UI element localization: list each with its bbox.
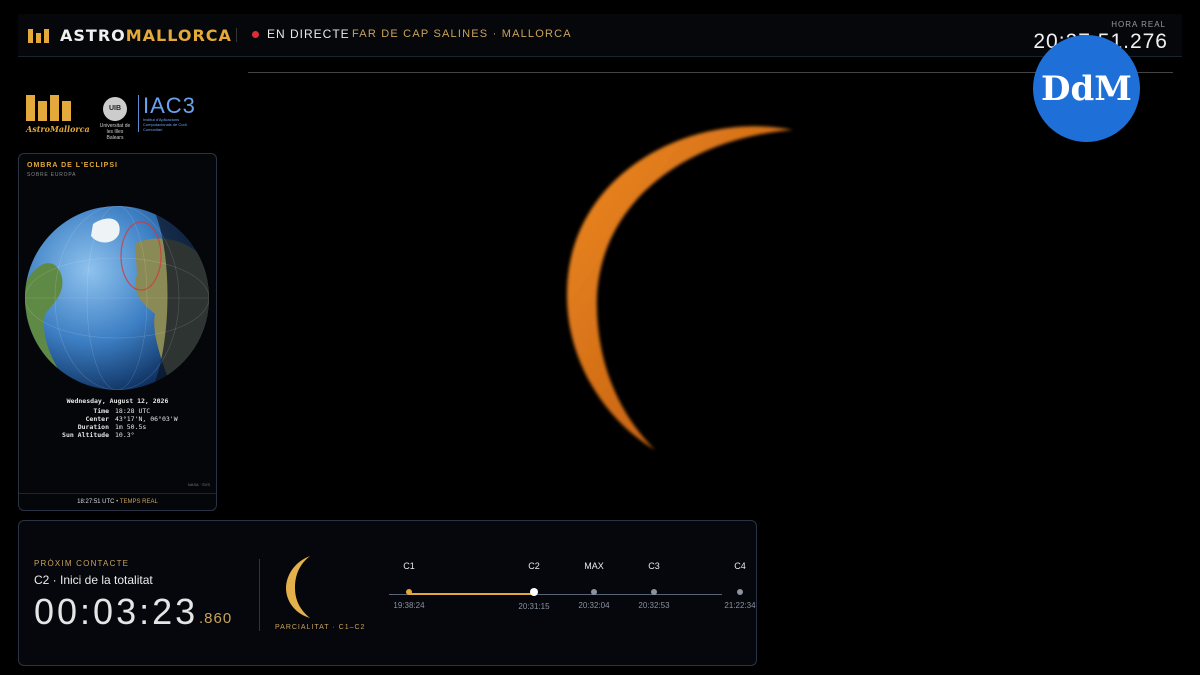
clock-label: HORA REAL [1111,20,1166,29]
contact-dot-icon [591,589,597,595]
contact-dot-icon [651,589,657,595]
divider [236,28,237,42]
timeline-contact-max: MAX 20:32:04 [574,561,614,610]
divider [259,559,260,631]
info-row: Center 43°17'N, 06°03'W [85,415,178,423]
contact-dot-icon [737,589,743,595]
earth-globe-image [25,206,209,390]
next-contact-event: C2 · Inici de la totalitat [34,573,153,587]
info-row: Duration 1m 50.5s [77,423,147,431]
live-label: EN DIRECTE [267,27,350,41]
contact-time: 20:31:15 [518,602,550,611]
info-row: Sun Altitude 10.3° [62,431,135,439]
contact-name: C1 [403,561,415,571]
contact-dot-icon [406,589,412,595]
eclipse-info: Wednesday, August 12, 2026 Time 18:28 UTC… [19,397,216,439]
contact-name: MAX [584,561,604,571]
countdown-ms: .860 [199,610,233,627]
eclipse-date: Wednesday, August 12, 2026 [66,397,169,405]
contact-time: 21:22:34 [724,601,756,610]
contact-time: 20:32:53 [638,601,670,610]
timeline-contact-c1: C1 19:38:24 [389,561,429,610]
timeline-contact-c3: C3 20:32:53 [634,561,674,610]
astromallorca-logo: AstroMallorca [26,95,90,134]
contact-name: C4 [734,561,746,571]
contact-time: 19:38:24 [393,601,425,610]
ddm-logo: DdM [1033,35,1140,142]
contact-dot-icon [530,588,538,596]
panel-subtitle: SOBRE EUROPA [27,172,77,178]
image-credit: NASA · SVS [187,482,210,487]
location-label: FAR DE CAP SALINES · MALLORCA [352,28,572,40]
phase-label: PARCIALITAT · C1–C2 [275,624,366,631]
contact-name: C3 [648,561,660,571]
eclipse-shadow-panel: OMBRA DE L'ECLIPSI SOBRE EUROPA Wednesda… [18,153,217,511]
live-indicator: EN DIRECTE [252,27,350,41]
info-row: Time 18:28 UTC [93,407,151,415]
footer-mode: TEMPS REAL [119,499,158,505]
brand: ASTROMALLORCA [28,26,232,45]
countdown-timer: 00:03:23 [34,591,199,632]
timeline-contact-c4: C4 21:22:34 [720,561,760,610]
iac3-logo: IAC3 Institut d'Aplicacions Computaciona… [138,95,203,132]
contact-name: C2 [528,561,540,571]
contact-time: 20:32:04 [578,601,610,610]
top-bar: ASTROMALLORCA EN DIRECTE FAR DE CAP SALI… [18,14,1182,57]
astromallorca-logo-icon [28,28,50,43]
timeline-contact-c2: C2 20:31:15 [514,561,554,611]
contact-timeline: C1 19:38:24 C2 20:31:15 MAX 20:32:04 C3 20:32:5… [389,561,756,621]
panel-footer: 18:27:51 UTC • TEMPS REAL [19,493,216,510]
footer-separator: • [116,499,119,505]
crescent-phase-icon [286,556,310,618]
brand-name: ASTROMALLORCA [60,26,232,45]
contact-countdown-panel: PRÒXIM CONTACTE C2 · Inici de la totalit… [18,520,757,666]
next-contact-label: PRÒXIM CONTACTE [34,559,130,568]
panel-title: OMBRA DE L'ECLIPSI [27,162,118,169]
footer-time: 18:27:51 UTC [77,499,115,505]
live-dot-icon [252,30,259,38]
partner-logos: AstroMallorca UIB Universitat de les Ill… [26,95,203,141]
uib-logo: UIB Universitat de les Illes Balears [98,95,132,141]
sun-crescent-image [566,126,793,450]
